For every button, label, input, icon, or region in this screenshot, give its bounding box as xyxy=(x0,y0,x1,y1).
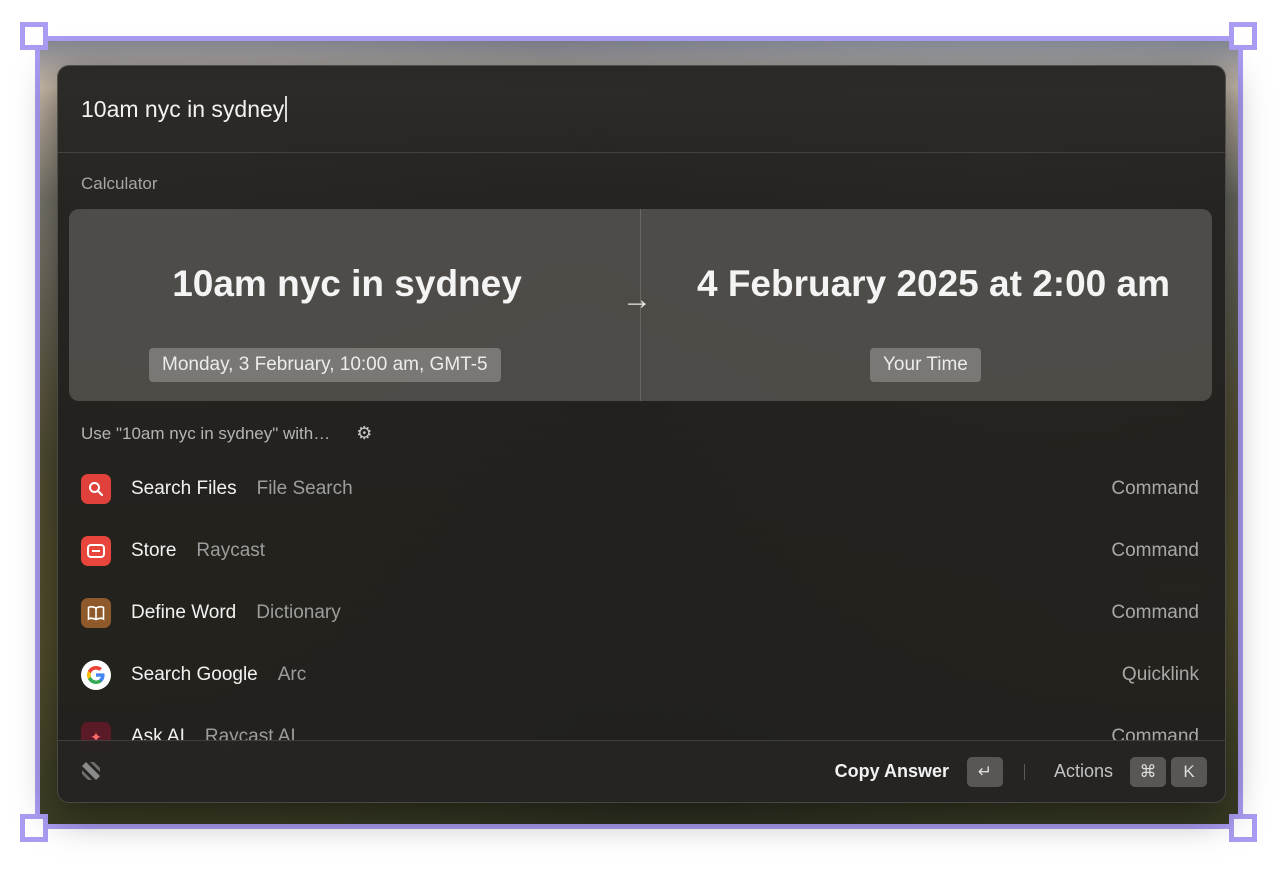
use-with-label: Use "10am nyc in sydney" with… xyxy=(81,423,331,443)
k-key-icon[interactable]: K xyxy=(1171,756,1207,787)
raycast-window: 10am nyc in sydney Calculator 10am nyc i… xyxy=(57,65,1226,803)
resize-handle-bottom-left[interactable] xyxy=(20,814,48,842)
section-label-calculator: Calculator xyxy=(81,174,158,193)
raycast-logo-icon xyxy=(78,758,104,784)
result-title: Search Google Arc xyxy=(131,664,307,685)
result-row-search-files[interactable]: Search Files File Search Command xyxy=(58,458,1225,520)
store-icon xyxy=(81,536,111,566)
results-list: Search Files File Search Command Store Ray… xyxy=(58,458,1225,768)
footer-separator xyxy=(1024,763,1025,780)
result-kind: Command xyxy=(1111,478,1199,499)
search-bar[interactable]: 10am nyc in sydney xyxy=(58,66,1225,153)
calculator-card[interactable]: 10am nyc in sydney → 4 February 2025 at … xyxy=(69,209,1212,401)
result-kind: Quicklink xyxy=(1121,664,1199,685)
calculator-result: 4 February 2025 at 2:00 am xyxy=(696,263,1171,304)
copy-answer-button[interactable]: Copy Answer xyxy=(835,761,949,782)
search-files-icon xyxy=(81,474,111,504)
arrow-right-icon: → xyxy=(622,283,652,316)
search-input[interactable]: 10am nyc in sydney xyxy=(81,96,284,123)
resize-handle-top-right[interactable] xyxy=(1229,22,1257,50)
result-subtitle: File Search xyxy=(256,478,353,499)
result-kind: Command xyxy=(1111,540,1199,561)
use-with-header: Use "10am nyc in sydney" with… ⚙ xyxy=(81,423,372,444)
resize-handle-top-left[interactable] xyxy=(20,22,48,50)
result-kind: Command xyxy=(1111,602,1199,623)
actions-button[interactable]: Actions xyxy=(1054,761,1113,782)
calculator-query: 10am nyc in sydney xyxy=(172,263,522,304)
gear-icon[interactable]: ⚙ xyxy=(356,423,372,444)
result-subtitle: Raycast xyxy=(196,540,266,561)
result-row-store[interactable]: Store Raycast Command xyxy=(58,520,1225,582)
result-time-detail: Your Time xyxy=(870,348,981,382)
result-row-define-word[interactable]: Define Word Dictionary Command xyxy=(58,582,1225,644)
command-key-icon[interactable]: ⌘ xyxy=(1130,756,1166,787)
text-caret xyxy=(285,96,288,122)
enter-key-icon[interactable]: ↵ xyxy=(967,756,1003,787)
google-icon xyxy=(81,660,111,690)
action-bar: Copy Answer ↵ Actions ⌘ K xyxy=(58,740,1225,802)
result-title: Store Raycast xyxy=(131,540,266,561)
result-title: Define Word Dictionary xyxy=(131,602,341,623)
resize-handle-bottom-right[interactable] xyxy=(1229,814,1257,842)
source-time-detail: Monday, 3 February, 10:00 am, GMT-5 xyxy=(149,348,501,382)
dictionary-icon xyxy=(81,598,111,628)
result-title: Search Files File Search xyxy=(131,478,353,499)
result-subtitle: Dictionary xyxy=(256,602,341,623)
result-subtitle: Arc xyxy=(277,664,307,685)
result-row-search-google[interactable]: Search Google Arc Quicklink xyxy=(58,644,1225,706)
